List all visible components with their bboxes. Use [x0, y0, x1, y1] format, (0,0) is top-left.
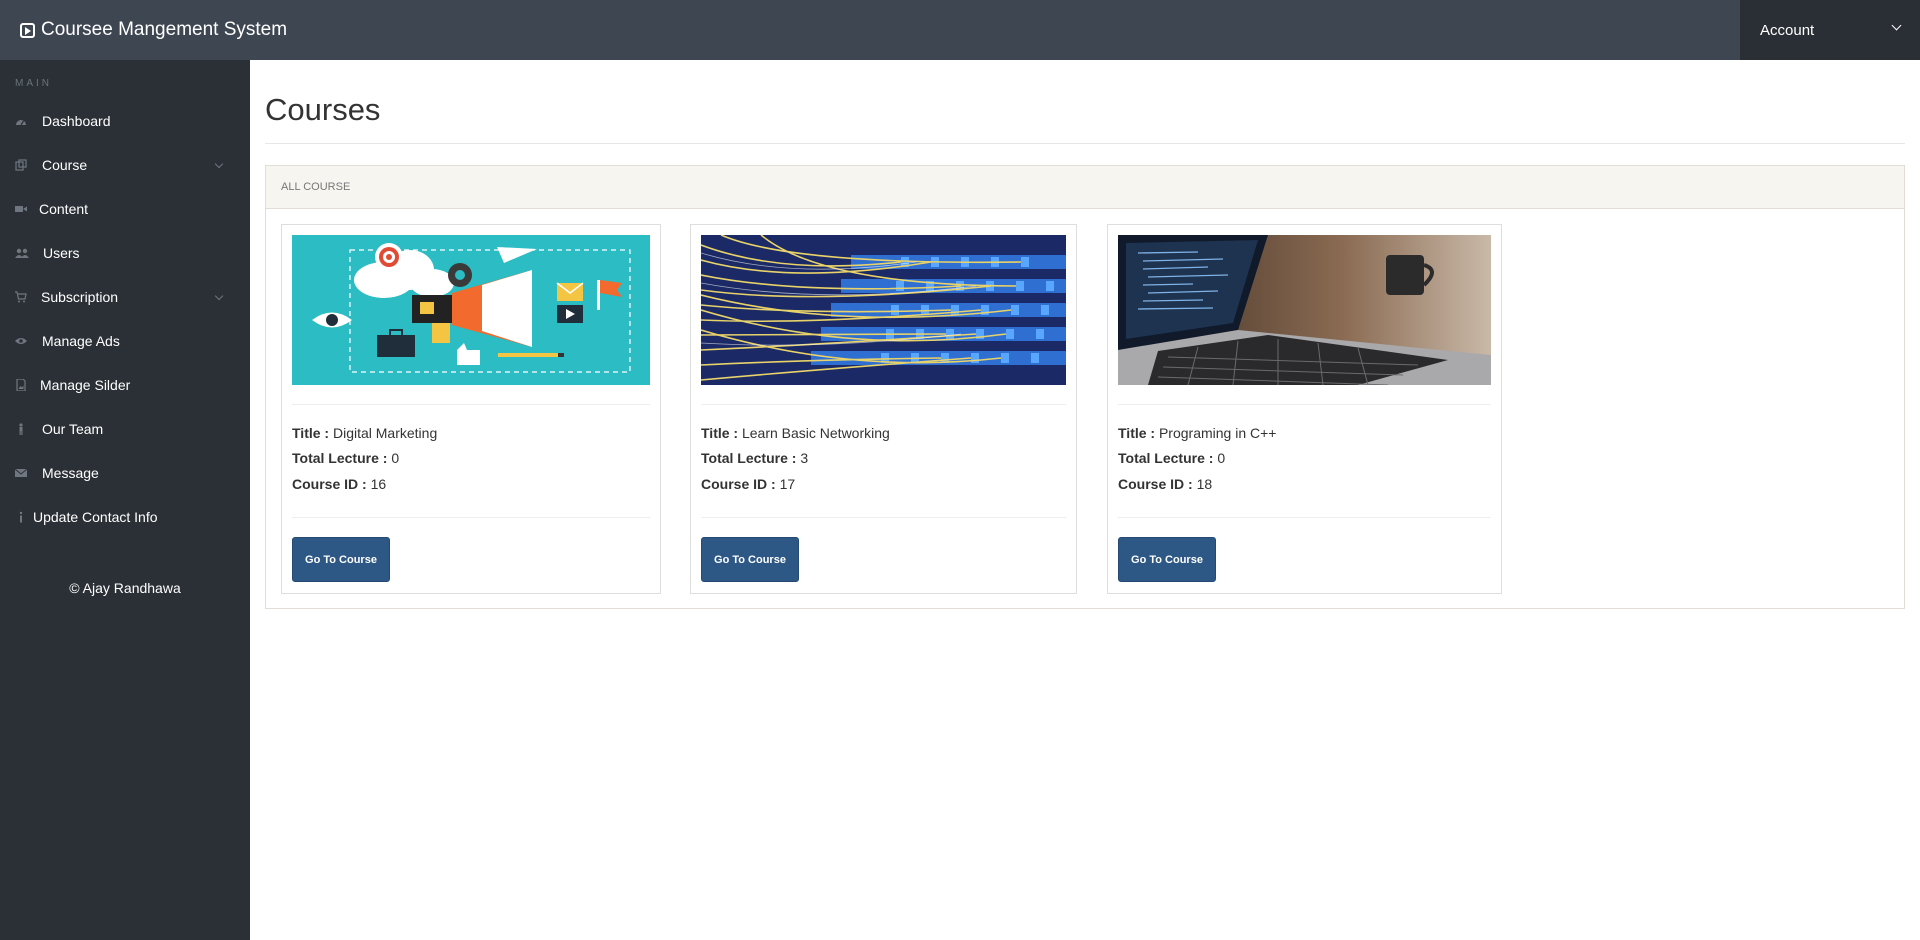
sidebar-item-our-team[interactable]: Our Team	[0, 407, 250, 451]
sidebar-item-users[interactable]: Users	[0, 231, 250, 275]
brand-title: Coursee Mangement System	[41, 19, 288, 40]
envelope-icon	[14, 467, 28, 479]
course-id-value: 16	[370, 476, 387, 492]
go-to-course-button[interactable]: Go To Course	[701, 537, 799, 582]
course-title: Learn Basic Networking	[741, 425, 890, 441]
chevron-down-icon	[1891, 20, 1902, 31]
image-file-icon	[15, 378, 27, 392]
go-to-course-button[interactable]: Go To Course	[292, 537, 390, 582]
sidebar-item-subscription[interactable]: Subscription	[0, 275, 250, 319]
sidebar-item-content[interactable]: Content	[0, 187, 250, 231]
video-camera-icon	[15, 203, 27, 215]
title-label: Title :	[701, 425, 739, 441]
course-icon	[15, 159, 27, 171]
sidebar-item-label: Course	[42, 157, 88, 173]
total-lecture-row: Total Lecture : 3	[701, 450, 808, 466]
sidebar-item-label: Users	[43, 245, 80, 261]
total-lecture-label: Total Lecture :	[701, 450, 797, 466]
sidebar-item-dashboard[interactable]: Dashboard	[0, 99, 250, 143]
page-title: Courses	[265, 92, 381, 127]
course-id-label: Course ID :	[701, 476, 776, 492]
course-card: Title : Digital Marketing Total Lecture …	[281, 224, 661, 594]
dashboard-icon	[15, 115, 27, 127]
course-image-networking	[701, 235, 1066, 385]
course-title-row: Title : Programing in C++	[1118, 425, 1276, 441]
course-id-row: Course ID : 17	[701, 476, 795, 492]
total-lecture-value: 0	[391, 450, 400, 466]
course-id-label: Course ID :	[1118, 476, 1193, 492]
top-navbar: Coursee Mangement System Account	[0, 0, 1920, 60]
title-label: Title :	[292, 425, 330, 441]
divider	[1118, 517, 1491, 518]
course-id-value: 17	[779, 476, 796, 492]
sidebar-item-update-contact-info[interactable]: Update Contact Info	[0, 495, 250, 539]
course-id-row: Course ID : 18	[1118, 476, 1212, 492]
sidebar-item-label: Manage Silder	[40, 377, 131, 393]
all-course-panel: ALL COURSE Title: Digital Marketing Tot…	[265, 165, 1905, 609]
sidebar-item-label: Manage Ads	[42, 333, 120, 349]
divider	[701, 517, 1066, 518]
course-id-row: Course ID : 16	[292, 476, 386, 492]
total-lecture-value: 0	[1217, 450, 1226, 466]
course-card: Title : Programing in C++ Total Lecture …	[1107, 224, 1502, 594]
course-title-row: Title : Learn Basic Networking	[701, 425, 890, 441]
total-lecture-label: Total Lecture :	[1118, 450, 1214, 466]
course-image-digital-marketing	[292, 235, 650, 385]
sidebar-item-message[interactable]: Message	[0, 451, 250, 495]
title-label: Title :	[1118, 425, 1156, 441]
course-card: Title : Learn Basic Networking Total Lec…	[690, 224, 1077, 594]
divider	[265, 143, 1905, 144]
sidebar-item-course[interactable]: Course	[0, 143, 250, 187]
info-icon	[15, 511, 27, 523]
eye-icon	[15, 335, 27, 347]
account-dropdown[interactable]: Account	[1740, 0, 1920, 60]
course-image-cpp	[1118, 235, 1491, 385]
course-id-value: 18	[1196, 476, 1213, 492]
divider	[292, 517, 650, 518]
sidebar-item-label: Dashboard	[42, 113, 111, 129]
sidebar-item-label: Update Contact Info	[33, 509, 158, 525]
brand[interactable]: Coursee Mangement System	[20, 0, 287, 60]
chevron-down-icon	[214, 159, 224, 169]
divider	[292, 404, 650, 405]
go-to-course-button[interactable]: Go To Course	[1118, 537, 1216, 582]
sidebar-item-label: Our Team	[42, 421, 104, 437]
sidebar-item-manage-slider[interactable]: Manage Silder	[0, 363, 250, 407]
course-id-label: Course ID :	[292, 476, 367, 492]
divider	[701, 404, 1066, 405]
course-title: Digital Marketing	[332, 425, 438, 441]
sidebar: MAIN Dashboard Course Content Users Subs…	[0, 60, 250, 940]
divider	[1118, 404, 1491, 405]
play-icon	[20, 22, 35, 38]
total-lecture-label: Total Lecture :	[292, 450, 388, 466]
sidebar-item-label: Subscription	[41, 289, 119, 305]
cart-icon	[15, 291, 27, 303]
sidebar-item-manage-ads[interactable]: Manage Ads	[0, 319, 250, 363]
total-lecture-row: Total Lecture : 0	[292, 450, 399, 466]
copyright-text: © Ajay Randhawa	[69, 580, 181, 596]
team-icon	[15, 423, 27, 435]
course-title: Programing in C++	[1158, 425, 1277, 441]
sidebar-heading: MAIN	[15, 78, 52, 89]
account-label: Account	[1760, 21, 1815, 39]
panel-heading: ALL COURSE	[266, 166, 1904, 209]
total-lecture-row: Total Lecture : 0	[1118, 450, 1225, 466]
chevron-down-icon	[214, 291, 224, 301]
users-icon	[15, 247, 29, 259]
total-lecture-value: 3	[800, 450, 809, 466]
course-title-row: Title : Digital Marketing	[292, 425, 437, 441]
sidebar-item-label: Message	[42, 465, 99, 481]
sidebar-item-label: Content	[39, 201, 89, 217]
